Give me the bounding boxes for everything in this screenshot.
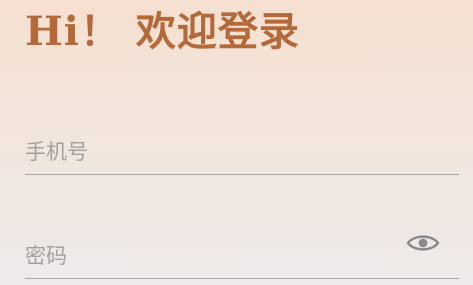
- phone-field: [25, 123, 459, 175]
- login-title: Hi！ 欢迎登录: [25, 8, 300, 55]
- phone-input[interactable]: [25, 137, 385, 167]
- eye-icon[interactable]: [406, 232, 440, 254]
- password-field: [25, 227, 459, 279]
- password-input[interactable]: [25, 241, 385, 271]
